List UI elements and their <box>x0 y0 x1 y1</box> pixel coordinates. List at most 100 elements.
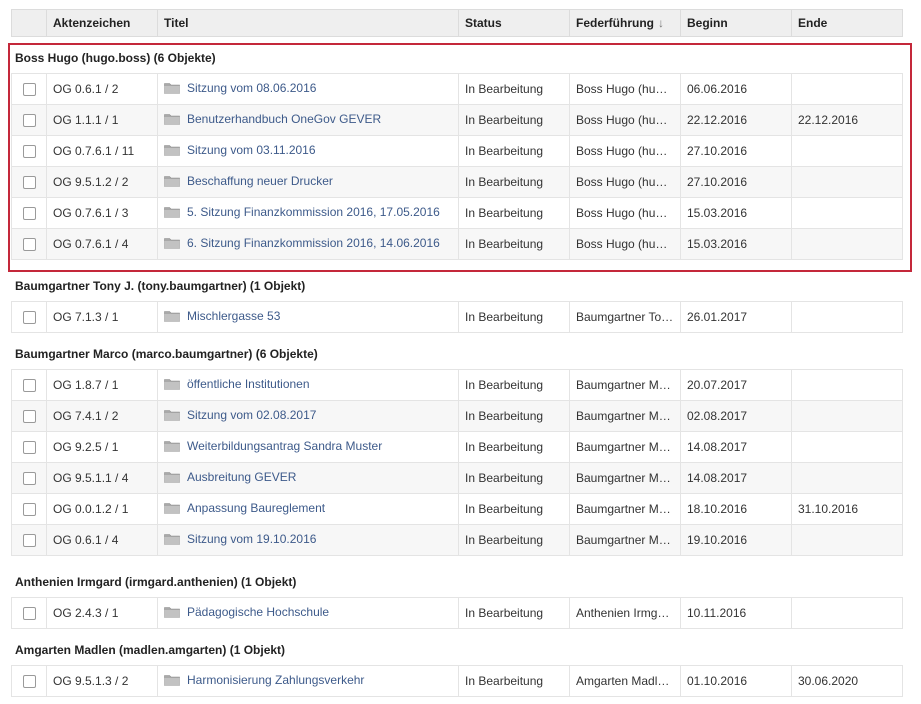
table-row[interactable]: OG 9.5.1.3 / 2 Harmonisierung Zahlungsver… <box>11 665 903 697</box>
status-cell: In Bearbeitung <box>458 400 570 432</box>
dossier-title-link[interactable]: Sitzung vom 19.10.2016 <box>187 532 316 546</box>
table-row[interactable]: OG 9.2.5 / 1 Weiterbildungsantrag Sandra … <box>11 431 903 463</box>
titel-cell: Pädagogische Hochschule <box>157 597 459 629</box>
aktenzeichen-cell: OG 7.1.3 / 1 <box>46 301 158 333</box>
row-checkbox-cell <box>11 493 47 525</box>
aktenzeichen-cell: OG 0.6.1 / 4 <box>46 524 158 556</box>
table-row[interactable]: OG 7.4.1 / 2 Sitzung vom 02.08.2017 In Bea… <box>11 400 903 432</box>
row-checkbox[interactable] <box>22 503 36 517</box>
beginn-cell: 26.01.2017 <box>680 301 792 333</box>
federfuehrung-cell: Baumgartner To… <box>569 301 681 333</box>
titel-cell: Harmonisierung Zahlungsverkehr <box>157 665 459 697</box>
dossier-title-link[interactable]: Weiterbildungsantrag Sandra Muster <box>187 439 382 453</box>
titel-cell: Mischlergasse 53 <box>157 301 459 333</box>
row-checkbox-cell <box>11 369 47 401</box>
group-table: OG 9.5.1.3 / 2 Harmonisierung Zahlungsver… <box>11 665 903 697</box>
status-cell: In Bearbeitung <box>458 462 570 494</box>
ende-cell: 31.10.2016 <box>791 493 903 525</box>
table-header: Aktenzeichen Titel Status Federführung ↓ … <box>11 9 903 37</box>
ende-cell <box>791 462 903 494</box>
status-cell: In Bearbeitung <box>458 369 570 401</box>
row-checkbox[interactable] <box>22 534 36 548</box>
table-row[interactable]: OG 2.4.3 / 1 Pädagogische Hochschule In Be… <box>11 597 903 629</box>
folder-icon <box>164 502 180 517</box>
row-checkbox[interactable] <box>22 311 36 325</box>
federfuehrung-cell: Baumgartner M… <box>569 462 681 494</box>
federfuehrung-cell: Baumgartner M… <box>569 493 681 525</box>
ende-cell <box>791 369 903 401</box>
status-cell: In Bearbeitung <box>458 524 570 556</box>
ende-cell <box>791 524 903 556</box>
folder-icon <box>164 378 180 393</box>
titel-cell: Weiterbildungsantrag Sandra Muster <box>157 431 459 463</box>
column-header-aktenzeichen[interactable]: Aktenzeichen <box>46 9 158 37</box>
status-cell: In Bearbeitung <box>458 665 570 697</box>
aktenzeichen-cell: OG 9.5.1.1 / 4 <box>46 462 158 494</box>
row-checkbox-cell <box>11 597 47 629</box>
row-checkbox-cell <box>11 301 47 333</box>
folder-icon <box>164 310 180 325</box>
row-checkbox[interactable] <box>22 379 36 393</box>
beginn-cell: 02.08.2017 <box>680 400 792 432</box>
dossier-title-link[interactable]: Sitzung vom 02.08.2017 <box>187 408 316 422</box>
federfuehrung-cell: Baumgartner M… <box>569 369 681 401</box>
folder-icon <box>164 471 180 486</box>
row-checkbox[interactable] <box>22 675 36 689</box>
aktenzeichen-cell: OG 1.8.7 / 1 <box>46 369 158 401</box>
row-checkbox-cell <box>11 431 47 463</box>
group-label: Anthenien Irmgard (irmgard.anthenien) (1… <box>15 575 297 589</box>
dossier-title-link[interactable]: Mischlergasse 53 <box>187 309 280 323</box>
dossier-title-link[interactable]: Pädagogische Hochschule <box>187 605 329 619</box>
federfuehrung-cell: Amgarten Madl… <box>569 665 681 697</box>
column-header-beginn[interactable]: Beginn <box>680 9 792 37</box>
folder-icon <box>164 606 180 621</box>
federfuehrung-cell: Anthenien Irmg… <box>569 597 681 629</box>
aktenzeichen-cell: OG 9.5.1.3 / 2 <box>46 665 158 697</box>
beginn-cell: 20.07.2017 <box>680 369 792 401</box>
ende-cell <box>791 400 903 432</box>
group-label: Amgarten Madlen (madlen.amgarten) (1 Obj… <box>15 643 286 657</box>
group-table: OG 7.1.3 / 1 Mischlergasse 53 In Bearbeitu… <box>11 301 903 333</box>
dossier-title-link[interactable]: öffentliche Institutionen <box>187 377 310 391</box>
table-row[interactable]: OG 1.8.7 / 1 öffentliche Institutionen In … <box>11 369 903 401</box>
table-row[interactable]: OG 0.6.1 / 4 Sitzung vom 19.10.2016 In Bea… <box>11 524 903 556</box>
status-cell: In Bearbeitung <box>458 431 570 463</box>
folder-icon <box>164 674 180 689</box>
row-checkbox-cell <box>11 462 47 494</box>
row-checkbox-cell <box>11 524 47 556</box>
row-checkbox[interactable] <box>22 472 36 486</box>
row-checkbox[interactable] <box>22 410 36 424</box>
folder-icon <box>164 533 180 548</box>
aktenzeichen-cell: OG 9.2.5 / 1 <box>46 431 158 463</box>
column-header-federfuehrung[interactable]: Federführung ↓ <box>569 9 681 37</box>
row-checkbox-cell <box>11 400 47 432</box>
dossier-title-link[interactable]: Ausbreitung GEVER <box>187 470 296 484</box>
dossier-title-link[interactable]: Anpassung Baureglement <box>187 501 325 515</box>
column-header-federfuehrung-label: Federführung <box>576 16 654 30</box>
table-row[interactable]: OG 7.1.3 / 1 Mischlergasse 53 In Bearbeitu… <box>11 301 903 333</box>
table-row[interactable]: OG 9.5.1.1 / 4 Ausbreitung GEVER In Bearbe… <box>11 462 903 494</box>
column-header-status[interactable]: Status <box>458 9 570 37</box>
ende-cell: 30.06.2020 <box>791 665 903 697</box>
group-table: OG 1.8.7 / 1 öffentliche Institutionen In … <box>11 369 903 556</box>
column-header-ende[interactable]: Ende <box>791 9 903 37</box>
row-checkbox[interactable] <box>22 607 36 621</box>
group-label: Baumgartner Marco (marco.baumgartner) (6… <box>15 347 318 361</box>
group-highlight-frame <box>8 43 912 272</box>
row-checkbox[interactable] <box>22 441 36 455</box>
column-header-checkbox <box>11 9 47 37</box>
table-row[interactable]: OG 0.0.1.2 / 1 Anpassung Baureglement In B… <box>11 493 903 525</box>
dossier-title-link[interactable]: Harmonisierung Zahlungsverkehr <box>187 673 364 687</box>
aktenzeichen-cell: OG 7.4.1 / 2 <box>46 400 158 432</box>
titel-cell: Sitzung vom 19.10.2016 <box>157 524 459 556</box>
titel-cell: öffentliche Institutionen <box>157 369 459 401</box>
aktenzeichen-cell: OG 0.0.1.2 / 1 <box>46 493 158 525</box>
column-header-titel[interactable]: Titel <box>157 9 459 37</box>
beginn-cell: 10.11.2016 <box>680 597 792 629</box>
beginn-cell: 14.08.2017 <box>680 462 792 494</box>
status-cell: In Bearbeitung <box>458 493 570 525</box>
federfuehrung-cell: Baumgartner M… <box>569 400 681 432</box>
titel-cell: Ausbreitung GEVER <box>157 462 459 494</box>
beginn-cell: 01.10.2016 <box>680 665 792 697</box>
ende-cell <box>791 597 903 629</box>
